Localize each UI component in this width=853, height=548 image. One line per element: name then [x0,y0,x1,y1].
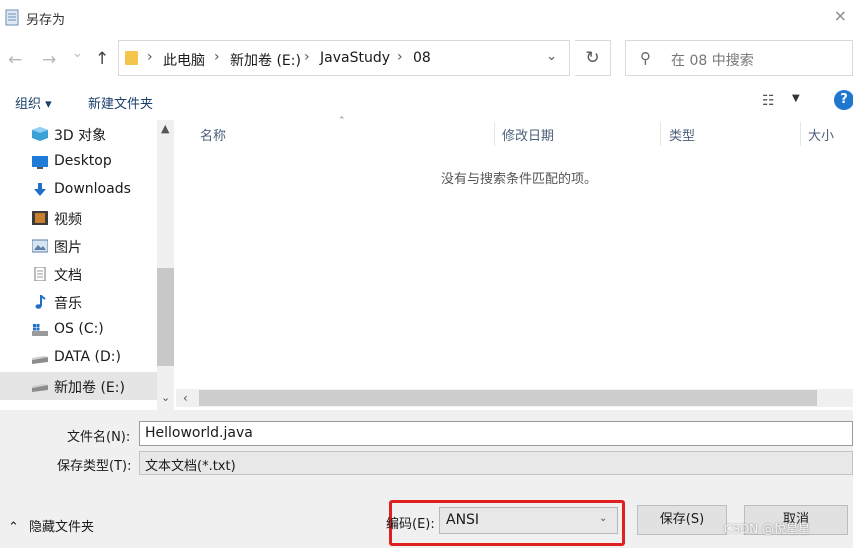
filetype-select[interactable]: 文本文档(*.txt) [139,451,853,475]
drive-c-icon [32,324,48,336]
pictures-icon [32,239,48,253]
music-icon [35,295,46,309]
breadcrumb-separator: › [214,49,220,65]
notepad-icon [5,9,19,26]
breadcrumb-separator: › [304,49,310,65]
sidebar-item-documents[interactable]: 文档 [0,260,160,288]
refresh-button[interactable]: ↻ [575,40,611,76]
scroll-left-icon[interactable]: ‹ [183,391,188,405]
desktop-icon [32,156,48,169]
navigation-pane: 3D 对象 Desktop Downloads 视频 图片 文档 音乐 OS (… [0,120,176,408]
sidebar-scrollbar-thumb[interactable] [157,268,174,366]
title-bar: 另存为 × [0,0,853,36]
sidebar-item-label: 音乐 [54,296,82,312]
encoding-select[interactable]: ANSI [439,507,618,534]
sidebar-item-videos[interactable]: 视频 [0,204,160,232]
sidebar-item-label: 图片 [54,240,82,256]
scroll-down-icon[interactable]: ⌄ [161,391,170,404]
sidebar-item-3d-objects[interactable]: 3D 对象 [0,120,160,148]
toolbar: 组织 ▾ 新建文件夹 ☷ ▼ [0,86,853,118]
breadcrumb-item[interactable]: JavaStudy [320,50,390,66]
filename-field[interactable]: Helloworld.java [139,421,853,446]
column-divider[interactable] [494,122,495,146]
folder-icon [125,51,138,65]
drive-d-icon [32,356,48,364]
new-folder-button[interactable]: 新建文件夹 [88,93,153,112]
back-button[interactable]: ← [8,50,22,70]
breadcrumb-separator: › [147,49,153,65]
videos-icon [32,211,48,225]
chevron-up-icon: ⌃ [8,520,19,535]
sidebar-item-label: Desktop [54,153,112,169]
address-bar[interactable]: › 此电脑 › 新加卷 (E:) › JavaStudy › 08 ⌄ [118,40,570,76]
help-icon[interactable]: ? [834,90,853,110]
column-header-row: 名称 修改日期 类型 大小 [176,118,853,148]
search-input[interactable]: ⚲ 在 08 中搜索 [625,40,853,76]
horizontal-scrollbar-thumb[interactable] [199,390,817,406]
sidebar-item-music[interactable]: 音乐 [0,288,160,316]
recent-locations-button[interactable]: ⌄ [72,46,83,61]
chevron-down-icon[interactable]: ⌄ [599,513,607,524]
column-header-modified[interactable]: 修改日期 [502,125,554,144]
organize-button[interactable]: 组织 ▾ [15,93,52,112]
save-button[interactable]: 保存(S) [637,505,727,535]
hide-folders-label: 隐藏文件夹 [29,520,95,535]
drive-e-icon [32,384,48,392]
sidebar-item-label: Downloads [54,181,131,197]
scroll-up-icon[interactable]: ▲ [161,122,169,135]
refresh-icon: ↻ [585,48,600,68]
empty-list-message: 没有与搜索条件匹配的项。 [441,172,598,187]
sidebar-item-pictures[interactable]: 图片 [0,232,160,260]
sidebar-item-label: 新加卷 (E:) [54,380,125,396]
hide-folders-toggle[interactable]: ⌃ 隐藏文件夹 [8,516,94,535]
filename-label: 文件名(N): [67,430,131,445]
sidebar-item-drive-d[interactable]: DATA (D:) [0,344,160,372]
sidebar-scrollbar[interactable] [157,120,174,410]
caret-down-icon[interactable]: ▼ [792,93,800,104]
documents-icon [34,267,46,281]
chevron-down-icon[interactable]: ⌄ [546,49,557,64]
column-header-size[interactable]: 大小 [808,125,834,144]
breadcrumb-separator: › [397,49,403,65]
encoding-label: 编码(E): [386,517,435,532]
column-divider[interactable] [660,122,661,146]
search-icon: ⚲ [640,49,651,67]
downloads-icon [34,183,46,196]
breadcrumb-item[interactable]: 此电脑 [163,50,205,70]
forward-button[interactable]: → [42,50,56,70]
sidebar-item-drive-c[interactable]: OS (C:) [0,316,160,344]
breadcrumb-item[interactable]: 08 [413,50,431,66]
sidebar-item-label: 文档 [54,268,82,284]
window-title: 另存为 [26,13,66,28]
up-button[interactable]: ↑ [95,49,109,69]
sidebar-item-label: 3D 对象 [54,128,107,144]
breadcrumb-item[interactable]: 新加卷 (E:) [230,50,301,70]
filetype-label: 保存类型(T): [57,459,132,474]
sidebar-item-label: OS (C:) [54,321,104,337]
column-header-name[interactable]: 名称 [200,125,226,144]
view-options-icon[interactable]: ☷ [762,93,775,109]
close-icon[interactable]: × [834,6,847,25]
sidebar-item-desktop[interactable]: Desktop [0,148,160,176]
sidebar-item-label: DATA (D:) [54,349,121,365]
search-placeholder: 在 08 中搜索 [671,53,754,69]
sidebar-item-downloads[interactable]: Downloads [0,176,160,204]
sidebar-item-drive-e[interactable]: 新加卷 (E:) [0,372,160,400]
column-divider[interactable] [800,122,801,146]
3d-objects-icon [32,127,48,141]
watermark: CSDN @悦星星 [724,522,811,536]
sidebar-item-label: 视频 [54,212,82,228]
column-header-type[interactable]: 类型 [669,125,695,144]
